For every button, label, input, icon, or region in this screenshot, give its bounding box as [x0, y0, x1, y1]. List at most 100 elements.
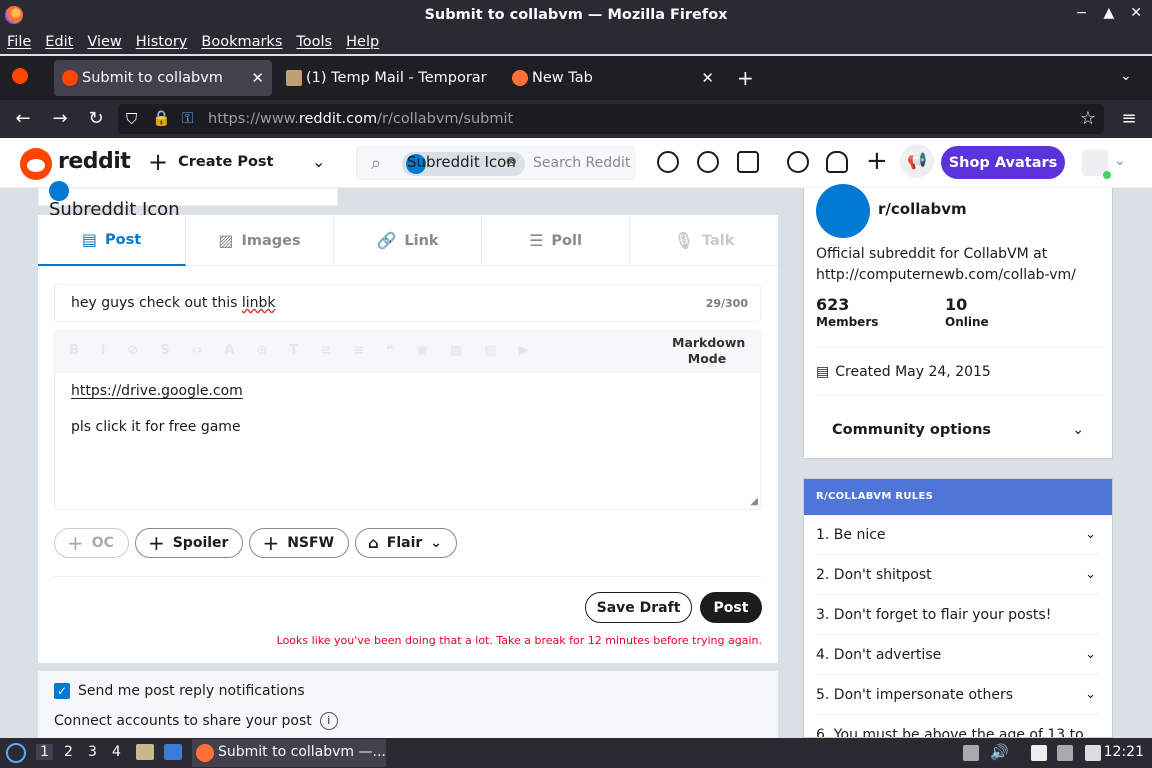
info-icon[interactable]: i	[319, 712, 338, 730]
title-input[interactable]: hey guys check out this linbk 29/300	[54, 284, 761, 322]
add-icon[interactable]: +	[866, 146, 888, 176]
hamburger-menu-icon[interactable]: ≡	[1118, 108, 1140, 129]
flair-button[interactable]: ⌂ Flair ⌄	[355, 528, 458, 558]
close-tab-icon[interactable]: ✕	[251, 69, 264, 87]
subreddit-icon	[816, 184, 870, 238]
workspace-2[interactable]: 2	[64, 744, 73, 760]
volume-icon[interactable]: 🔊	[990, 743, 1009, 761]
menu-view[interactable]: View	[87, 34, 121, 50]
tab-images[interactable]: ▨ Images	[186, 215, 334, 266]
chat-icon[interactable]	[787, 151, 809, 173]
reddit-favicon-icon	[62, 70, 78, 86]
reddit-logo-icon[interactable]	[20, 148, 52, 180]
menu-file[interactable]: File	[7, 34, 31, 50]
list-all-tabs-icon[interactable]: ⌄	[1120, 68, 1132, 84]
markdown-mode-button[interactable]: Markdown Mode	[672, 335, 745, 367]
taskbar-firefox-window[interactable]: Submit to collabvm —...	[192, 739, 386, 767]
chevron-down-icon[interactable]: ⌄	[312, 152, 325, 171]
post-body-editor[interactable]: B i ⊘ S ‹› A ⊙ T ≡ ≡ ❝ ▣ ▦ ▨ ▶ Markdown …	[54, 330, 761, 510]
power-icon[interactable]	[1085, 745, 1101, 761]
rule-item[interactable]: 4. Don't advertise ⌄	[816, 635, 1100, 675]
chevron-down-icon: ⌄	[1085, 687, 1096, 702]
forward-icon[interactable]: →	[49, 108, 71, 129]
popular-icon[interactable]	[657, 151, 679, 173]
body-link-text[interactable]: https://drive.google.com	[71, 383, 243, 399]
file-manager-icon[interactable]	[136, 744, 154, 760]
notification-bell-icon[interactable]	[826, 151, 848, 173]
shield-icon[interactable]: ⛉	[126, 110, 137, 128]
rule-item[interactable]: 6. You must be above the age of 13 to	[816, 715, 1100, 737]
notifications-checkbox[interactable]: ✓	[54, 683, 70, 699]
lock-icon[interactable]: 🔒	[152, 109, 171, 127]
reload-icon[interactable]: ↻	[85, 108, 107, 129]
workspace-4[interactable]: 4	[112, 744, 121, 760]
subreddit-name[interactable]: r/collabvm	[878, 200, 967, 218]
coins-icon[interactable]	[697, 151, 719, 173]
menu-edit[interactable]: Edit	[45, 34, 73, 50]
pinned-reddit-tab[interactable]	[12, 68, 28, 84]
choose-community-dropdown[interactable]: Subreddit Icon	[38, 181, 338, 220]
rules-card: R/COLLABVM RULES 1. Be nice ⌄ 2. Don't sh…	[803, 478, 1113, 738]
tab-new-tab[interactable]: New Tab ✕	[504, 60, 722, 96]
save-draft-button[interactable]: Save Draft	[585, 592, 692, 623]
bookmark-star-icon[interactable]: ☆	[1080, 108, 1096, 129]
community-card: r/collabvm Official subreddit for Collab…	[803, 184, 1113, 459]
subreddit-search-chip[interactable]: Subreddit Icon ⊗	[402, 152, 525, 176]
community-options-toggle[interactable]: Community options	[832, 422, 991, 438]
network-icon[interactable]	[1057, 745, 1073, 761]
menu-help[interactable]: Help	[346, 34, 379, 50]
tab-post[interactable]: ▤ Post	[38, 215, 186, 266]
menu-tools[interactable]: Tools	[296, 34, 332, 50]
clipboard-icon[interactable]	[1031, 745, 1047, 761]
back-icon[interactable]: ←	[12, 108, 34, 129]
user-avatar[interactable]	[1082, 150, 1111, 179]
resize-handle-icon[interactable]: ◢	[750, 496, 758, 507]
maximize-button[interactable]: ▲	[1103, 5, 1114, 21]
tray-updates-icon[interactable]	[963, 745, 979, 761]
close-tab-icon[interactable]: ✕	[701, 69, 714, 87]
search-input[interactable]: Search Reddit	[533, 155, 630, 171]
tab-talk: 🎙 Talk	[673, 231, 735, 250]
rule-item[interactable]: 3. Don't forget to flair your posts!	[816, 595, 1100, 635]
workspace-3[interactable]: 3	[88, 744, 97, 760]
show-desktop-icon[interactable]	[164, 744, 182, 760]
clock: 12:21	[1103, 744, 1144, 760]
tab-poll[interactable]: ☰ Poll	[482, 215, 630, 266]
reddit-wordmark[interactable]: reddit	[58, 149, 131, 174]
firefox-favicon-icon	[512, 70, 528, 86]
plus-icon: +	[262, 531, 280, 555]
workspace-1[interactable]: 1	[36, 744, 53, 760]
new-tab-button[interactable]: +	[737, 66, 754, 90]
tab-label: Submit to collabvm	[82, 70, 223, 86]
tab-submit-collabvm[interactable]: Submit to collabvm ✕	[54, 60, 272, 96]
search-box[interactable]: ⌕ Subreddit Icon ⊗ Search Reddit	[356, 146, 635, 180]
document-icon: ▤	[81, 230, 97, 249]
shop-avatars-button[interactable]: Shop Avatars	[941, 146, 1065, 179]
divider	[54, 576, 761, 577]
menu-bookmarks[interactable]: Bookmarks	[201, 34, 282, 50]
nsfw-button[interactable]: + NSFW	[249, 528, 350, 558]
window-title: Submit to collabvm — Mozilla Firefox	[424, 7, 728, 23]
chip-label: Subreddit Icon	[407, 153, 516, 171]
tab-link[interactable]: 🔗 Link	[334, 215, 482, 266]
chevron-down-icon[interactable]: ⌄	[1072, 422, 1084, 438]
chevron-down-icon: ⌄	[1085, 647, 1096, 662]
menu-history[interactable]: History	[136, 34, 188, 50]
minimize-button[interactable]: −	[1076, 5, 1088, 21]
create-post-dropdown[interactable]: + Create Post	[148, 150, 274, 174]
url-bar[interactable]: ⛉ 🔒 ⚿ https://www.reddit.com/r/collabvm/…	[118, 104, 1104, 134]
clear-chip-icon[interactable]: ⊗	[505, 154, 517, 170]
tab-temp-mail[interactable]: (1) Temp Mail - Temporar	[278, 60, 498, 96]
close-window-button[interactable]: ✕	[1130, 5, 1142, 21]
rule-item[interactable]: 5. Don't impersonate others ⌄	[816, 675, 1100, 715]
spoiler-button[interactable]: + Spoiler	[134, 528, 244, 558]
start-menu-icon[interactable]	[6, 743, 26, 763]
advertise-megaphone-icon[interactable]: 📢	[900, 144, 934, 178]
rule-item[interactable]: 1. Be nice ⌄	[816, 515, 1100, 555]
user-menu-chevron-icon[interactable]: ⌄	[1114, 153, 1126, 169]
post-submit-button[interactable]: Post	[700, 592, 762, 623]
plus-icon: +	[67, 531, 84, 555]
code-block-icon: ▣	[415, 343, 428, 358]
live-icon[interactable]	[737, 151, 759, 173]
rule-item[interactable]: 2. Don't shitpost ⌄	[816, 555, 1100, 595]
